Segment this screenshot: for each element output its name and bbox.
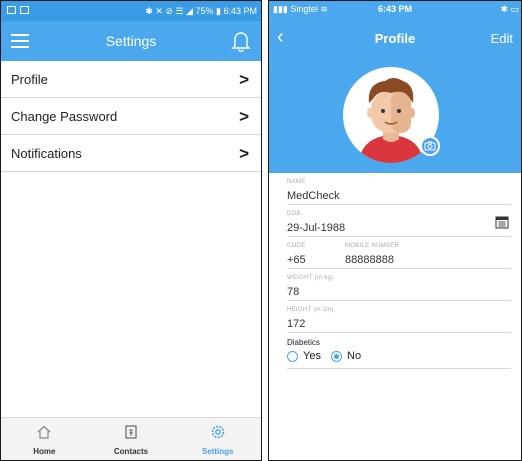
field-label: HEIGHT (in cm) — [287, 307, 334, 313]
tab-label: Home — [33, 447, 56, 456]
diabetics-yes-option[interactable]: Yes — [287, 350, 321, 362]
field-label: NAME — [287, 179, 306, 185]
diabetics-field: Diabetics Yes No — [287, 333, 511, 369]
field-label: DOB — [287, 211, 301, 217]
android-settings-screen: ✱ ✕ ⊘ ☰ ◢ 75% ▮ 6:43 PM Settings Profile… — [0, 0, 262, 461]
menu-item-change-password[interactable]: Change Password > — [1, 98, 261, 135]
tab-label: Settings — [201, 447, 234, 456]
radio-off-icon[interactable] — [287, 350, 298, 362]
tab-contacts[interactable]: Contacts — [88, 418, 175, 460]
home-icon — [37, 425, 51, 439]
chevron-right-icon: > — [239, 144, 249, 163]
settings-icon — [211, 425, 224, 439]
profile-form: NAME MedCheck DOB 29-Jul-1988 CODE +65 M… — [269, 173, 521, 369]
height-value: 172 — [287, 318, 306, 330]
page-title: Settings — [105, 33, 157, 49]
code-field[interactable]: CODE +65 — [287, 237, 345, 269]
battery-level: 75% — [195, 6, 214, 16]
menu-item-profile[interactable]: Profile > — [1, 61, 261, 98]
tab-home[interactable]: Home — [1, 418, 88, 460]
app-bar: Settings — [1, 21, 261, 61]
option-label: Yes — [303, 350, 321, 362]
dob-field[interactable]: DOB 29-Jul-1988 — [287, 205, 511, 237]
code-value: +65 — [287, 254, 306, 266]
android-status-bar: ✱ ✕ ⊘ ☰ ◢ 75% ▮ 6:43 PM — [1, 1, 261, 21]
battery-icon: ✱ ▭ — [500, 4, 519, 14]
menu-item-notifications[interactable]: Notifications > — [1, 135, 261, 172]
menu-item-label: Notifications — [11, 146, 82, 161]
phone-row: CODE +65 MOBILE NUMBER 88888888 — [287, 237, 511, 269]
tab-label: Contacts — [113, 447, 149, 456]
mobile-value: 88888888 — [345, 254, 394, 266]
mobile-number-field[interactable]: MOBILE NUMBER 88888888 — [345, 237, 505, 269]
settings-menu: Profile > Change Password > Notification… — [1, 61, 261, 172]
bell-icon[interactable] — [231, 30, 251, 52]
image-notification-icon — [7, 6, 16, 14]
camera-icon[interactable] — [420, 136, 440, 156]
page-title: Profile — [374, 31, 416, 46]
gallery-notification-icon — [20, 6, 29, 14]
contacts-icon — [125, 425, 137, 439]
menu-item-label: Change Password — [11, 109, 118, 124]
chevron-right-icon: > — [239, 107, 249, 126]
weight-field[interactable]: WEIGHT (in kg) 78 — [287, 269, 511, 301]
edit-button[interactable]: Edit — [491, 31, 513, 46]
chevron-right-icon: > — [239, 70, 249, 89]
status-time: 6:43 PM — [377, 4, 412, 14]
weight-value: 78 — [287, 286, 300, 298]
status-right: ✱ ✕ ⊘ ☰ ◢ 75% ▮ 6:43 PM — [145, 6, 257, 17]
tab-settings[interactable]: Settings — [174, 418, 261, 460]
field-label: WEIGHT (in kg) — [287, 275, 334, 281]
ios-status-bar: ▮▮▮ Singtel ≋ 6:43 PM ✱ ▭ — [269, 1, 521, 17]
field-label: MOBILE NUMBER — [345, 243, 400, 249]
dob-value: 29-Jul-1988 — [287, 222, 346, 234]
status-icons: ✱ ✕ ⊘ ☰ ◢ — [145, 6, 193, 16]
radio-on-icon[interactable] — [331, 350, 342, 362]
bottom-tab-bar: Home Contacts Settings — [1, 417, 261, 460]
profile-header: ▮▮▮ Singtel ≋ 6:43 PM ✱ ▭ ‹ Profile Edit — [269, 1, 521, 173]
calendar-icon[interactable] — [495, 215, 509, 229]
diabetics-no-option[interactable]: No — [331, 350, 361, 362]
status-time: 6:43 PM — [223, 6, 257, 16]
height-field[interactable]: HEIGHT (in cm) 172 — [287, 301, 511, 333]
battery-icon: ▮ — [216, 6, 221, 16]
field-label: CODE — [287, 243, 306, 249]
name-value: MedCheck — [287, 190, 340, 202]
option-label: No — [347, 350, 362, 362]
name-field[interactable]: NAME MedCheck — [287, 173, 511, 205]
menu-item-label: Profile — [11, 72, 48, 87]
ios-profile-screen: ▮▮▮ Singtel ≋ 6:43 PM ✱ ▭ ‹ Profile Edit — [268, 0, 522, 461]
notification-icons — [7, 6, 29, 14]
diabetics-label: Diabetics — [287, 338, 320, 347]
